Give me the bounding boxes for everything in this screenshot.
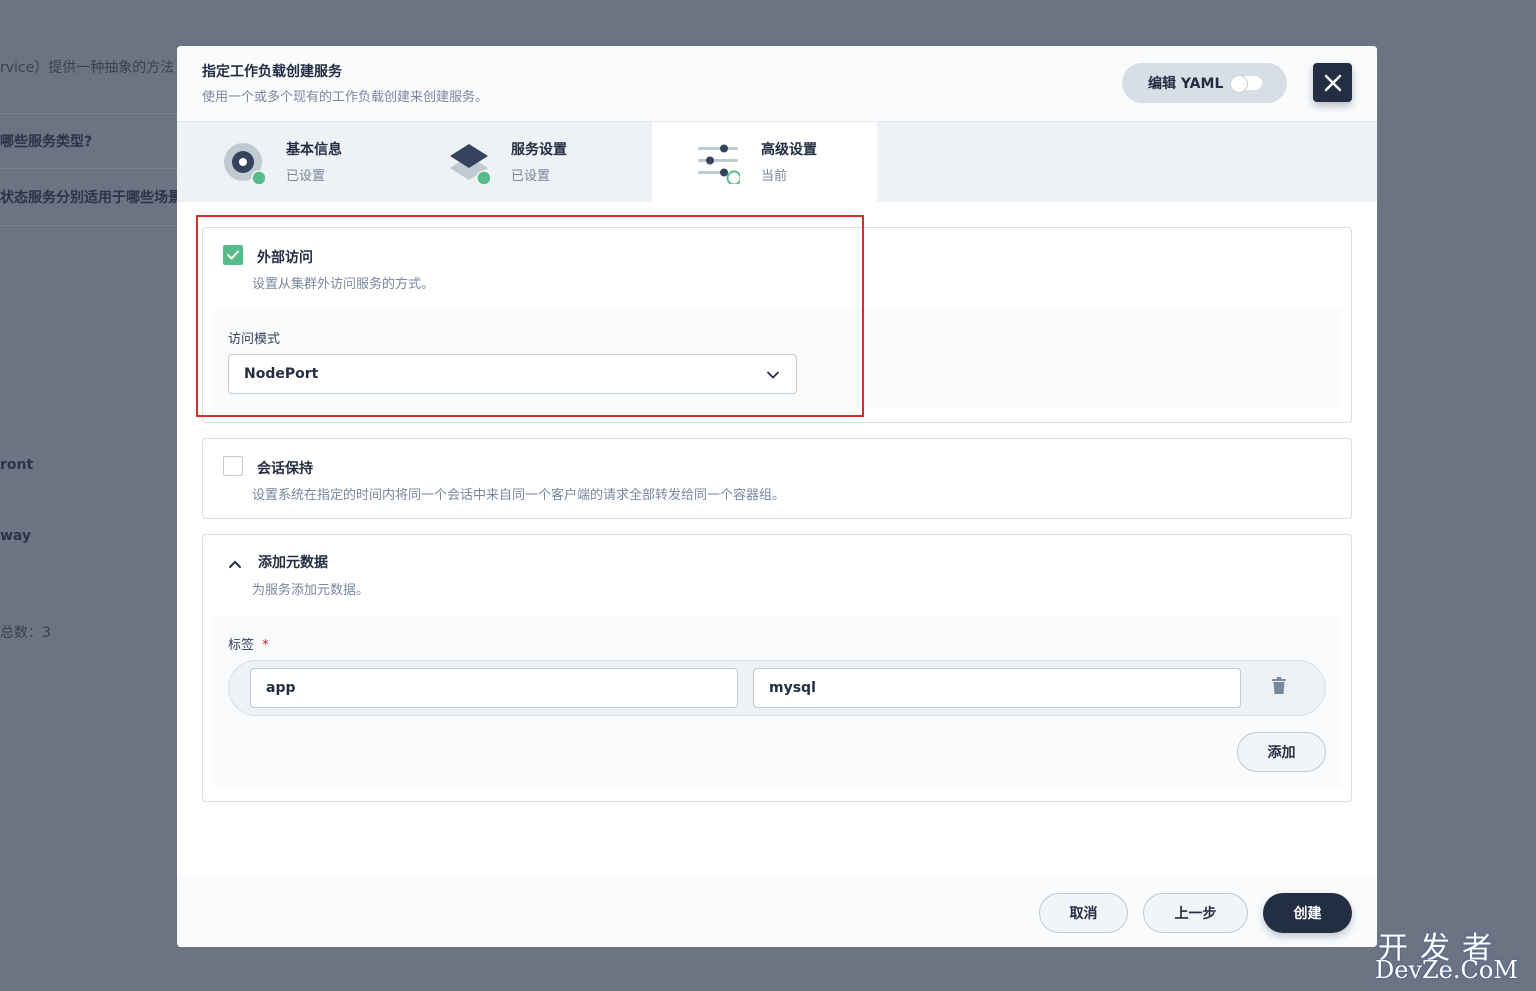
edit-yaml-toggle[interactable]: 编辑 YAML — [1122, 63, 1287, 103]
layers-icon — [450, 144, 490, 184]
step-service-settings[interactable]: 服务设置 已设置 — [402, 122, 627, 202]
labels-section: 标签 * app mysql 添加 — [213, 616, 1341, 787]
disc-icon — [224, 143, 265, 184]
label-value-input[interactable]: mysql — [753, 668, 1241, 708]
step-title: 基本信息 — [286, 142, 342, 158]
session-affinity-title: 会话保持 — [257, 461, 313, 477]
session-affinity-panel: 会话保持 设置系统在指定的时间内将同一个会话中来自同一个客户端的请求全部转发给同… — [202, 438, 1352, 519]
chevron-up-icon[interactable] — [228, 557, 242, 571]
modal-footer: 取消 上一步 创建 — [177, 877, 1377, 947]
bg-text-6: 总数：3 — [0, 625, 51, 641]
bg-divider — [0, 225, 177, 226]
required-mark: * — [262, 638, 269, 653]
label-key-value: app — [266, 680, 296, 696]
step-tabs: 基本信息 已设置 服务设置 已设置 高级设置 当前 — [177, 122, 1377, 202]
bg-text-3: 状态服务分别适用于哪些场景 — [0, 190, 182, 206]
sliders-icon — [698, 144, 740, 184]
highlight-annotation-box — [196, 215, 864, 417]
edit-yaml-label: 编辑 YAML — [1148, 76, 1224, 92]
step-status: 当前 — [761, 169, 788, 184]
label-key-input[interactable]: app — [250, 668, 738, 708]
bg-text-5: way — [0, 528, 32, 544]
step-status: 已设置 — [286, 169, 326, 184]
labels-label-text: 标签 — [228, 638, 255, 653]
watermark-line-2: DevZe.CoM — [1375, 956, 1518, 984]
step-title: 服务设置 — [511, 142, 567, 158]
modal-description: 使用一个或多个现有的工作负载创建来创建服务。 — [202, 90, 489, 105]
labels-label: 标签 * — [228, 634, 269, 653]
bg-text-2: 哪些服务类型? — [0, 134, 93, 150]
modal-title: 指定工作负载创建服务 — [202, 64, 342, 80]
modal-header: 指定工作负载创建服务 使用一个或多个现有的工作负载创建来创建服务。 编辑 YAM… — [177, 46, 1377, 122]
step-basic-info[interactable]: 基本信息 已设置 — [177, 122, 402, 202]
close-icon — [1324, 74, 1341, 91]
cancel-button[interactable]: 取消 — [1039, 893, 1128, 933]
step-status: 已设置 — [511, 169, 551, 184]
session-affinity-checkbox[interactable] — [223, 456, 243, 476]
label-value-value: mysql — [769, 680, 816, 696]
metadata-panel: 添加元数据 为服务添加元数据。 标签 * app mysql 添加 — [202, 534, 1352, 802]
create-service-modal: 指定工作负载创建服务 使用一个或多个现有的工作负载创建来创建服务。 编辑 YAM… — [177, 46, 1377, 947]
close-button[interactable] — [1313, 63, 1352, 102]
create-button[interactable]: 创建 — [1263, 893, 1352, 933]
step-advanced-settings[interactable]: 高级设置 当前 — [652, 122, 877, 202]
bg-text-4: ront — [0, 457, 34, 473]
metadata-title: 添加元数据 — [258, 555, 328, 571]
step-title: 高级设置 — [761, 142, 817, 158]
trash-icon[interactable] — [1271, 677, 1287, 695]
toggle-switch-icon — [1230, 75, 1262, 93]
bg-divider — [0, 168, 177, 169]
bg-text-1: rvice）提供一种抽象的方法 — [0, 60, 175, 76]
label-row: app mysql — [228, 660, 1326, 716]
bg-divider — [0, 113, 177, 114]
session-affinity-description: 设置系统在指定的时间内将同一个会话中来自同一个客户端的请求全部转发给同一个容器组… — [252, 488, 786, 503]
previous-step-button[interactable]: 上一步 — [1143, 893, 1248, 933]
add-label-button[interactable]: 添加 — [1237, 732, 1326, 772]
metadata-description: 为服务添加元数据。 — [252, 583, 370, 598]
